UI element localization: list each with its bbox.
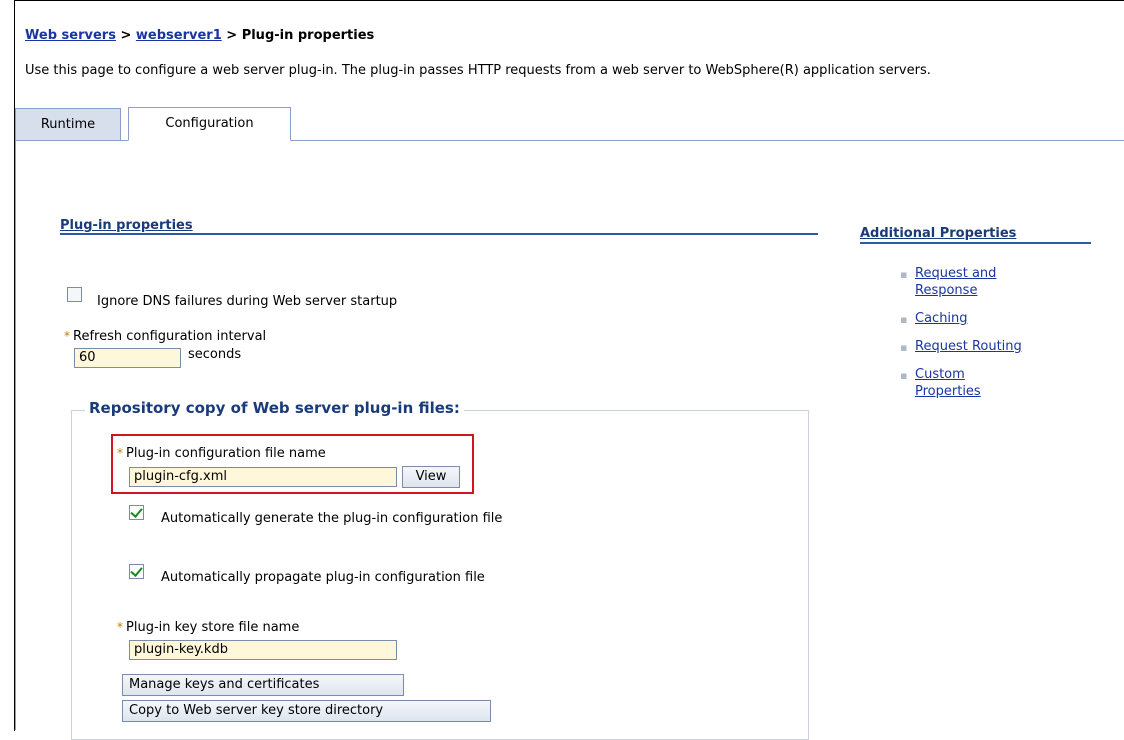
tab-configuration[interactable]: Configuration bbox=[128, 107, 291, 141]
ignore-dns-label: Ignore DNS failures during Web server st… bbox=[97, 294, 398, 309]
list-item: ▪ Request and Response bbox=[900, 265, 1050, 299]
bullet-icon: ▪ bbox=[900, 268, 908, 281]
breadcrumb: Web servers > webserver1 > Plug-in prope… bbox=[25, 28, 374, 43]
link-request-and-response[interactable]: Request and Response bbox=[915, 266, 996, 298]
page-description: Use this page to configure a web server … bbox=[25, 63, 931, 78]
list-item: ▪ Request Routing bbox=[900, 338, 1050, 355]
repository-legend: Repository copy of Web server plug-in fi… bbox=[85, 399, 464, 417]
breadcrumb-link-web-servers[interactable]: Web servers bbox=[25, 28, 116, 43]
link-request-routing[interactable]: Request Routing bbox=[915, 339, 1022, 354]
keystore-input[interactable]: plugin-key.kdb bbox=[129, 640, 397, 660]
refresh-interval-label-text: Refresh configuration interval bbox=[73, 329, 267, 344]
keystore-label: * Plug-in key store file name bbox=[117, 620, 299, 635]
breadcrumb-current: Plug-in properties bbox=[241, 28, 375, 43]
refresh-interval-input[interactable]: 60 bbox=[74, 348, 181, 368]
refresh-interval-unit: seconds bbox=[188, 347, 242, 362]
list-item: ▪ Caching bbox=[900, 310, 1050, 327]
config-file-label-text: Plug-in configuration file name bbox=[126, 446, 326, 461]
bullet-icon: ▪ bbox=[900, 369, 908, 382]
bullet-icon: ▪ bbox=[900, 341, 908, 354]
tab-runtime[interactable]: Runtime bbox=[15, 108, 121, 140]
link-custom-properties[interactable]: Custom Properties bbox=[915, 367, 981, 399]
link-caching[interactable]: Caching bbox=[915, 311, 968, 326]
config-file-label: * Plug-in configuration file name bbox=[117, 446, 326, 461]
auto-propagate-label: Automatically propagate plug-in configur… bbox=[161, 570, 485, 585]
breadcrumb-separator: > bbox=[221, 28, 242, 43]
section-divider bbox=[860, 242, 1091, 244]
config-file-input[interactable]: plugin-cfg.xml bbox=[129, 467, 397, 487]
auto-generate-label: Automatically generate the plug-in confi… bbox=[161, 511, 503, 526]
view-button[interactable]: View bbox=[402, 466, 460, 488]
required-marker: * bbox=[117, 620, 123, 634]
breadcrumb-link-webserver1[interactable]: webserver1 bbox=[136, 28, 222, 43]
manage-keys-button[interactable]: Manage keys and certificates bbox=[122, 674, 404, 696]
refresh-interval-label: * Refresh configuration interval bbox=[64, 329, 266, 344]
auto-generate-checkbox[interactable] bbox=[129, 505, 144, 520]
breadcrumb-separator: > bbox=[115, 28, 136, 43]
ignore-dns-checkbox[interactable] bbox=[67, 287, 82, 302]
additional-properties-title: Additional Properties bbox=[860, 226, 1017, 241]
tab-bar: Runtime Configuration bbox=[15, 107, 1124, 141]
required-marker: * bbox=[117, 446, 123, 460]
keystore-label-text: Plug-in key store file name bbox=[126, 620, 300, 635]
section-divider bbox=[60, 233, 818, 235]
additional-properties-list: ▪ Request and Response ▪ Caching ▪ Reques… bbox=[900, 265, 1050, 411]
required-marker: * bbox=[64, 329, 70, 343]
list-item: ▪ Custom Properties bbox=[900, 366, 1050, 400]
auto-propagate-checkbox[interactable] bbox=[129, 564, 144, 579]
bullet-icon: ▪ bbox=[900, 313, 908, 326]
copy-keystore-button[interactable]: Copy to Web server key store directory bbox=[122, 700, 491, 722]
plugin-properties-title: Plug-in properties bbox=[60, 218, 193, 233]
